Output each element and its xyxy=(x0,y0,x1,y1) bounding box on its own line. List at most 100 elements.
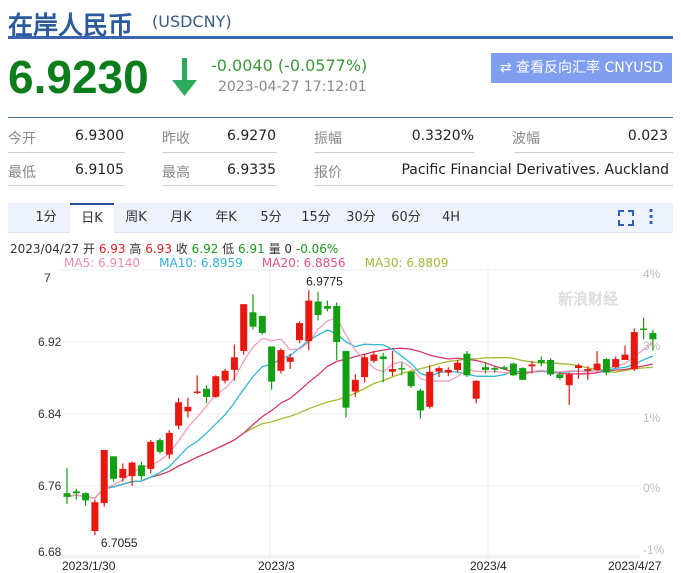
candle xyxy=(100,450,108,507)
sina-watermark: 新浪财经 xyxy=(558,290,618,308)
candle xyxy=(184,397,192,418)
x-tick-label: 2023/1/30 xyxy=(62,559,116,573)
candle xyxy=(203,385,210,404)
current-price: 6.9230 xyxy=(8,51,149,103)
candle xyxy=(379,352,387,383)
candle xyxy=(333,302,341,360)
quote-time: 2023-04-27 17:12:01 xyxy=(218,79,367,95)
candle xyxy=(640,317,648,340)
candle xyxy=(230,344,238,381)
candle-info: 2023/04/27 开 6.93 高 6.93 收 6.92 低 6.91 量… xyxy=(10,242,339,256)
symbol-code: (USDCNY) xyxy=(152,12,232,31)
stat-low: 6.9105 xyxy=(75,162,124,178)
down-arrow-icon xyxy=(170,56,200,102)
candle xyxy=(454,360,462,373)
candle xyxy=(323,300,331,312)
candle xyxy=(72,488,80,500)
pct-tick-label: 4% xyxy=(643,268,661,281)
stat-amplitude: 0.3320% xyxy=(411,128,474,144)
candle xyxy=(509,362,517,377)
max-price-label: 6.9775 xyxy=(306,274,343,288)
candlestick-chart[interactable]: 新浪财经 7 6.92 6.84 6.76 6.68 4% 3% 1% 0% -1% 2023/1/… xyxy=(0,268,681,573)
candle xyxy=(82,492,90,506)
candle xyxy=(110,456,117,482)
candle xyxy=(537,356,545,367)
candle xyxy=(463,351,471,378)
stat-label-quote-source: 报价 xyxy=(314,165,342,181)
stat-label-range: 波幅 xyxy=(512,131,540,147)
candle xyxy=(221,369,229,384)
candle xyxy=(212,375,220,398)
fullscreen-icon[interactable] xyxy=(618,210,634,230)
candle xyxy=(314,291,322,321)
x-tick-label: 2023/3 xyxy=(258,559,295,573)
pct-tick-label: 1% xyxy=(643,411,661,425)
candle xyxy=(547,358,555,377)
candle xyxy=(621,345,629,360)
stat-range: 0.023 xyxy=(627,128,668,144)
candle xyxy=(361,353,369,383)
candle xyxy=(602,358,610,376)
tab-60min[interactable]: 60分 xyxy=(384,203,428,233)
candle xyxy=(147,440,155,474)
tab-15min[interactable]: 15分 xyxy=(294,203,338,233)
candle xyxy=(426,365,434,409)
candle xyxy=(612,356,620,369)
min-price-label: 6.7055 xyxy=(101,536,138,550)
candle xyxy=(565,372,573,405)
candle xyxy=(249,294,257,330)
y-tick-label: 6.84 xyxy=(38,407,62,421)
candle xyxy=(296,321,303,343)
candle xyxy=(444,367,452,377)
candle xyxy=(277,348,285,374)
candle xyxy=(175,397,183,430)
tab-daily[interactable]: 日K xyxy=(70,203,114,233)
candle xyxy=(193,375,201,395)
candle xyxy=(342,351,350,418)
candle xyxy=(137,461,145,480)
title-underline xyxy=(8,36,673,39)
x-tick-label: 2023/4 xyxy=(470,559,507,573)
candle xyxy=(472,380,480,404)
candle xyxy=(268,346,276,390)
candle xyxy=(240,304,248,355)
pct-tick-label: 3% xyxy=(643,339,661,353)
stat-label-low: 最低 xyxy=(8,165,36,181)
tab-yearly[interactable]: 年K xyxy=(204,203,248,233)
tab-monthly[interactable]: 月K xyxy=(159,203,203,233)
x-tick-label: 2023/4/27 xyxy=(608,559,662,573)
reverse-rate-button[interactable]: ⇄ 查看反向汇率 CNYUSD xyxy=(491,53,672,83)
ma30-line xyxy=(66,356,653,499)
candle xyxy=(630,328,638,371)
pct-tick-label: -1% xyxy=(643,543,665,557)
stat-prev-close: 6.9270 xyxy=(227,128,276,144)
tab-4h[interactable]: 4H xyxy=(429,203,473,233)
tab-weekly[interactable]: 周K xyxy=(114,203,158,233)
candle xyxy=(593,351,601,372)
stat-high: 6.9335 xyxy=(227,162,276,178)
stat-label-high: 最高 xyxy=(162,165,190,181)
stat-open: 6.9300 xyxy=(75,128,124,144)
tab-30min[interactable]: 30分 xyxy=(339,203,383,233)
stat-label-open: 今开 xyxy=(8,131,36,147)
divider xyxy=(8,117,673,118)
tab-1min[interactable]: 1分 xyxy=(24,203,68,233)
y-tick-label: 7 xyxy=(44,271,51,285)
pct-tick-label: 0% xyxy=(643,481,661,495)
tab-5min[interactable]: 5分 xyxy=(249,203,293,233)
period-tabs: 1分 日K 周K 月K 年K 5分 15分 30分 60分 4H · · · xyxy=(8,203,673,233)
candle xyxy=(91,499,99,536)
y-tick-label: 6.68 xyxy=(38,545,62,559)
candle xyxy=(156,438,164,454)
stat-quote-source: Pacific Financial Derivatives. Auckland xyxy=(401,162,669,178)
candle xyxy=(519,367,527,380)
candle xyxy=(258,315,266,335)
more-menu-icon[interactable]: · · · xyxy=(648,203,654,231)
stat-label-amplitude: 振幅 xyxy=(314,131,342,147)
stat-label-prev-close: 昨收 xyxy=(162,131,190,147)
y-tick-label: 6.76 xyxy=(38,479,62,493)
price-change: -0.0040 (-0.0577%) xyxy=(211,56,368,75)
y-tick-label: 6.92 xyxy=(38,335,62,349)
swap-icon: ⇄ xyxy=(499,60,516,76)
candle xyxy=(407,370,415,388)
